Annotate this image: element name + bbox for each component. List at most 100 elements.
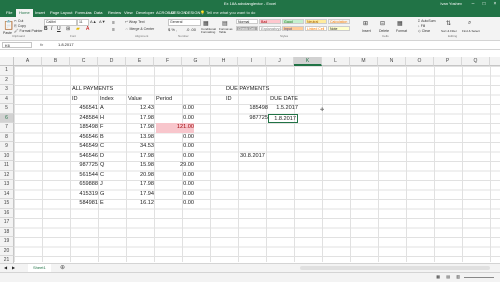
cell-e4[interactable]: Value	[128, 95, 142, 105]
formula-input[interactable]: 1.8.2017	[58, 42, 74, 47]
row-header-6[interactable]: 6	[0, 113, 14, 123]
column-header-c[interactable]: C	[70, 57, 98, 66]
page-break-view-icon[interactable]: ▥	[456, 274, 460, 279]
cell-c8[interactable]: 456546	[72, 133, 98, 143]
format-button[interactable]: Format	[396, 29, 407, 33]
minimize-icon[interactable]: –	[468, 0, 478, 8]
sheet-nav-right-icon[interactable]: ▶	[12, 265, 15, 270]
horizontal-scrollbar[interactable]	[300, 266, 490, 270]
cell-j3[interactable]: DUE PAYMENTS	[226, 85, 269, 95]
underline-icon[interactable]: U	[57, 26, 61, 32]
add-sheet-icon[interactable]: ⊕	[60, 264, 65, 271]
cell-d10[interactable]: D	[100, 152, 104, 162]
format-painter-button[interactable]: 🖌 Format Painter	[14, 29, 43, 33]
cell-g7[interactable]: 121.00	[156, 123, 194, 133]
row-header-18[interactable]: 18	[0, 227, 14, 237]
column-header-n[interactable]: N	[378, 57, 406, 66]
cell-e9[interactable]: 34.53	[128, 142, 154, 152]
cell-c12[interactable]: 561544	[72, 171, 98, 181]
cell-d5[interactable]: A	[100, 104, 104, 114]
tab-formulas[interactable]: Formulas	[75, 10, 92, 15]
row-header-13[interactable]: 13	[0, 180, 14, 190]
tab-data[interactable]: Data	[94, 10, 102, 15]
cell-c3[interactable]: ALL PAYMENTS	[72, 85, 113, 95]
maximize-icon[interactable]: □	[479, 0, 489, 8]
find-select-icon[interactable]: ⌕	[468, 20, 471, 27]
cell-c6[interactable]: 248584	[72, 114, 98, 124]
cell-g6[interactable]: 0.00	[156, 114, 194, 124]
insert-button[interactable]: Insert	[362, 29, 371, 33]
wrap-text-button[interactable]: ↵ Wrap Text	[125, 20, 145, 24]
decrease-font-icon[interactable]: A▼	[99, 19, 106, 24]
cell-g10[interactable]: 0.00	[156, 152, 194, 162]
style-note[interactable]: Note	[328, 26, 350, 31]
row-header-4[interactable]: 4	[0, 94, 14, 104]
select-all-corner[interactable]	[0, 57, 14, 66]
cell-c9[interactable]: 546549	[72, 142, 98, 152]
merge-center-button[interactable]: ⇔ Merge & Center	[125, 27, 154, 31]
cell-k5[interactable]: 1.5.2017	[268, 104, 298, 114]
font-color-icon[interactable]: A	[86, 26, 89, 32]
cell-d13[interactable]: J	[100, 180, 103, 190]
cell-j4[interactable]: ID	[226, 95, 232, 105]
format-cells-icon[interactable]: ▦	[397, 20, 403, 27]
cell-e7[interactable]: 17.98	[128, 123, 154, 133]
sort-filter-button[interactable]: Sort & Filter	[441, 29, 457, 33]
fill-color-icon[interactable]: ▰	[76, 26, 80, 32]
cell-g14[interactable]: 0.00	[156, 190, 194, 200]
cell-d14[interactable]: G	[100, 190, 104, 200]
row-header-12[interactable]: 12	[0, 170, 14, 180]
conditional-formatting-button[interactable]: Conditional Formatting	[201, 28, 216, 34]
style-neutral[interactable]: Neutral	[305, 19, 327, 24]
tab-review[interactable]: Review	[108, 10, 121, 15]
number-format-select[interactable]: General	[168, 19, 201, 26]
zoom-slider[interactable]	[464, 277, 494, 278]
column-header-i[interactable]: I	[238, 57, 266, 66]
tab-file[interactable]: File	[6, 10, 12, 15]
copy-button[interactable]: ⎘ Copy	[14, 24, 26, 28]
column-header-q[interactable]: Q	[462, 57, 490, 66]
page-layout-view-icon[interactable]: ▤	[446, 274, 450, 279]
column-header-j[interactable]: J	[266, 57, 294, 66]
cell-c15[interactable]: 584981	[72, 199, 98, 209]
style-check-cell[interactable]: Check Cell	[236, 26, 258, 31]
cell-e10[interactable]: 17.98	[128, 152, 154, 162]
column-header-b[interactable]: B	[42, 57, 70, 66]
cell-e15[interactable]: 16.12	[128, 199, 154, 209]
column-header-f[interactable]: F	[154, 57, 182, 66]
cell-e12[interactable]: 20.98	[128, 171, 154, 181]
cell-e8[interactable]: 13.98	[128, 133, 154, 143]
cell-d8[interactable]: B	[100, 133, 104, 143]
cell-k4[interactable]: DUE DATE	[254, 95, 298, 105]
row-header-9[interactable]: 9	[0, 142, 14, 152]
row-header-14[interactable]: 14	[0, 189, 14, 199]
tab-page-layout[interactable]: Page Layout	[50, 10, 72, 15]
cell-c11[interactable]: 987725	[72, 161, 98, 171]
fx-icon[interactable]: fx	[40, 42, 43, 47]
decimal-icon[interactable]: .0 .00	[186, 27, 196, 32]
cell-c4[interactable]: ID	[72, 95, 78, 105]
column-header-o[interactable]: O	[406, 57, 434, 66]
cell-c7[interactable]: 185498	[72, 123, 98, 133]
fill-button[interactable]: ↓ Fill	[418, 24, 425, 28]
row-header-15[interactable]: 15	[0, 199, 14, 209]
currency-icon[interactable]: $ % ,	[168, 27, 177, 32]
style-normal[interactable]: Normal	[236, 19, 258, 24]
tab-insert[interactable]: Insert	[35, 10, 45, 15]
cell-g9[interactable]: 0.00	[156, 142, 194, 152]
cell-c10[interactable]: 546546	[72, 152, 98, 162]
column-header-h[interactable]: H	[210, 57, 238, 66]
style-input[interactable]: Input	[282, 26, 304, 31]
column-header-e[interactable]: E	[126, 57, 154, 66]
row-header-11[interactable]: 11	[0, 161, 14, 171]
cell-j6[interactable]: 987725	[240, 114, 268, 124]
row-header-19[interactable]: 19	[0, 237, 14, 247]
row-header-8[interactable]: 8	[0, 132, 14, 142]
cell-f4[interactable]: Period	[156, 95, 172, 105]
cell-e6[interactable]: 17.98	[128, 114, 154, 124]
row-header-10[interactable]: 10	[0, 151, 14, 161]
cell-j5[interactable]: 185498	[240, 104, 268, 114]
cell-g13[interactable]: 0.00	[156, 180, 194, 190]
autosum-button[interactable]: Σ AutoSum	[418, 19, 436, 23]
align-top-icon[interactable]: ≡	[112, 20, 115, 26]
